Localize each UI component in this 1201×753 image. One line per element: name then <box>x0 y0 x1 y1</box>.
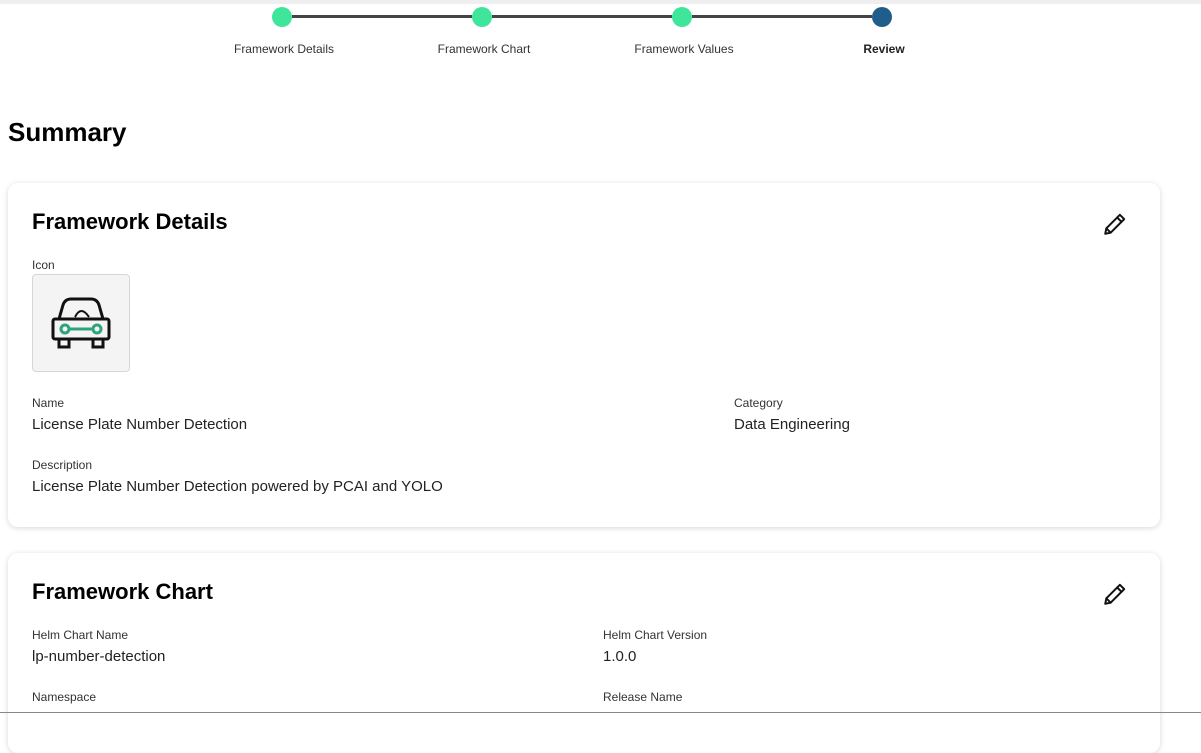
step-label-framework-values[interactable]: Framework Values <box>584 42 784 56</box>
wizard-stepper: Framework Details Framework Chart Framew… <box>0 0 1201 70</box>
step-connector <box>692 15 872 18</box>
step-indicator-review[interactable] <box>872 7 892 27</box>
pencil-icon <box>1104 583 1126 605</box>
category-value: Data Engineering <box>734 416 850 433</box>
step-label-framework-details[interactable]: Framework Details <box>184 42 384 56</box>
pencil-icon <box>1104 213 1126 235</box>
step-indicator-framework-chart[interactable] <box>472 7 492 27</box>
edit-framework-chart-button[interactable] <box>1100 579 1130 609</box>
namespace-label: Namespace <box>32 690 97 704</box>
step-label-framework-chart[interactable]: Framework Chart <box>384 42 584 56</box>
description-label: Description <box>32 458 93 472</box>
name-value: License Plate Number Detection <box>32 416 248 433</box>
car-icon <box>51 297 111 349</box>
viewport-bottom-edge <box>0 712 1201 713</box>
category-label: Category <box>734 396 783 410</box>
name-label: Name <box>32 396 65 410</box>
framework-details-card: Framework Details Icon Name License Plat… <box>8 183 1160 527</box>
page-title: Summary <box>8 117 127 147</box>
step-indicator-framework-details[interactable] <box>272 7 292 27</box>
step-label-review[interactable]: Review <box>784 42 984 56</box>
icon-label: Icon <box>32 258 55 272</box>
helm-chart-name-label: Helm Chart Name <box>32 628 129 642</box>
helm-chart-name-value: lp-number-detection <box>32 648 166 665</box>
step-connector <box>492 15 672 18</box>
step-indicator-framework-values[interactable] <box>672 7 692 27</box>
helm-chart-version-label: Helm Chart Version <box>603 628 708 642</box>
framework-chart-title: Framework Chart <box>32 579 213 604</box>
edit-framework-details-button[interactable] <box>1100 209 1130 239</box>
framework-chart-card: Framework Chart Helm Chart Name lp-numbe… <box>8 553 1160 753</box>
step-connector <box>292 15 472 18</box>
framework-icon-preview <box>32 274 130 372</box>
helm-chart-version-value: 1.0.0 <box>603 648 637 665</box>
description-value: License Plate Number Detection powered b… <box>32 478 443 495</box>
release-name-label: Release Name <box>603 690 683 704</box>
framework-details-title: Framework Details <box>32 209 228 234</box>
